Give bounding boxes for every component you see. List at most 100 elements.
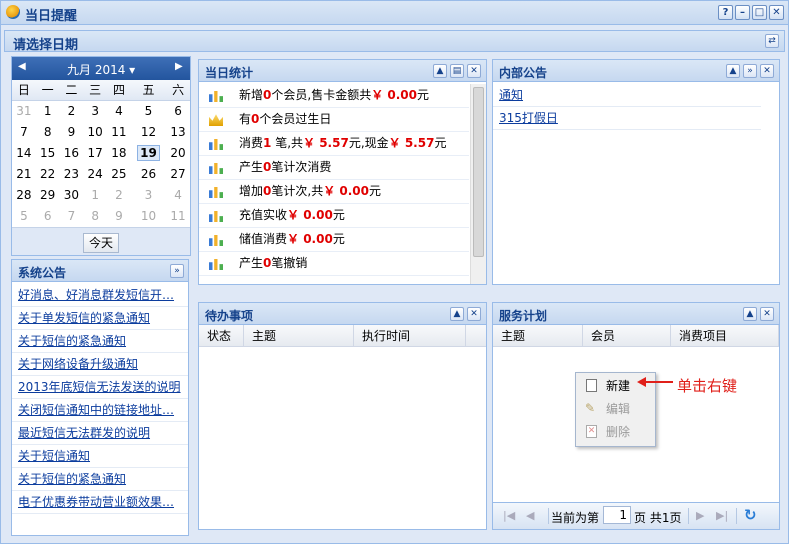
calendar-day[interactable]: 8 — [36, 121, 60, 142]
column-header[interactable]: 消费项目 — [671, 325, 779, 347]
calendar-day[interactable]: 30 — [60, 184, 84, 205]
calendar-day[interactable]: 21 — [12, 163, 36, 184]
todo-panel: 待办事项 ▲ ✕ 状态 主题 执行时间 — [198, 302, 487, 530]
prev-month-icon[interactable]: ◀ — [18, 61, 26, 72]
calendar-day[interactable]: 15 — [36, 142, 60, 163]
calendar-day[interactable]: 1 — [36, 100, 60, 121]
calendar-day[interactable]: 2 — [60, 100, 84, 121]
calendar-day[interactable]: 14 — [12, 142, 36, 163]
calendar-day[interactable]: 22 — [36, 163, 60, 184]
notice-link[interactable]: 电子优惠券带动营业额效果… — [12, 491, 188, 514]
calendar-day[interactable]: 8 — [83, 205, 107, 226]
notice-link[interactable]: 2013年底短信无法发送的说明 — [12, 376, 188, 399]
close-icon[interactable]: ✕ — [760, 307, 774, 321]
close-icon[interactable]: ✕ — [760, 64, 774, 78]
calendar-day[interactable]: 29 — [36, 184, 60, 205]
calendar-day[interactable]: 10 — [83, 121, 107, 142]
calendar-day[interactable]: 17 — [83, 142, 107, 163]
close-icon[interactable]: ✕ — [467, 64, 481, 78]
notice-link[interactable]: 关于短信的紧急通知 — [12, 330, 188, 353]
notice-link[interactable]: 通知 — [493, 84, 761, 107]
calendar-day[interactable]: 10 — [131, 205, 166, 226]
calendar-day[interactable]: 1 — [83, 184, 107, 205]
column-header[interactable]: 会员 — [583, 325, 671, 347]
today-button[interactable]: 今天 — [83, 233, 119, 253]
next-month-icon[interactable]: ▶ — [175, 61, 183, 72]
calendar-day[interactable]: 31 — [12, 100, 36, 121]
calendar-day[interactable]: 26 — [131, 163, 166, 184]
calendar-day[interactable]: 4 — [166, 184, 190, 205]
column-header[interactable]: 状态 — [199, 325, 244, 347]
collapse-icon[interactable]: ▲ — [450, 307, 464, 321]
maximize-icon[interactable]: □ — [752, 5, 767, 20]
annotation-arrow-icon — [637, 377, 646, 387]
calendar-day[interactable]: 9 — [107, 205, 131, 226]
stat-row: 增加0笔计次,共￥ 0.00元 — [199, 180, 469, 204]
calendar-day[interactable]: 3 — [131, 184, 166, 205]
weekday-header: 日 — [12, 80, 36, 101]
refresh-icon[interactable]: ↻ — [744, 506, 757, 524]
calendar-day[interactable]: 24 — [83, 163, 107, 184]
notice-link[interactable]: 关于短信通知 — [12, 445, 188, 468]
notice-link[interactable]: 最近短信无法群发的说明 — [12, 422, 188, 445]
column-header[interactable]: 执行时间 — [354, 325, 466, 347]
calendar-day[interactable]: 18 — [107, 142, 131, 163]
crown-icon — [209, 114, 223, 126]
menu-item-edit[interactable]: ✎ 编辑 — [580, 398, 630, 420]
next-page-icon[interactable]: ▶ — [696, 509, 704, 522]
close-icon[interactable]: ✕ — [467, 307, 481, 321]
calendar-day[interactable]: 11 — [166, 205, 190, 226]
print-icon[interactable]: ▤ — [450, 64, 464, 78]
calendar-day[interactable]: 6 — [36, 205, 60, 226]
calendar-day[interactable]: 7 — [60, 205, 84, 226]
first-page-icon[interactable]: |◀ — [503, 509, 515, 522]
prev-page-icon[interactable]: ◀ — [526, 509, 534, 522]
calendar-day[interactable]: 12 — [131, 121, 166, 142]
month-selector[interactable]: 九月 2014 ▾ — [67, 61, 135, 78]
stats-scrollbar[interactable] — [470, 84, 486, 284]
notice-link[interactable]: 关于网络设备升级通知 — [12, 353, 188, 376]
minimize-icon[interactable]: – — [735, 5, 750, 20]
menu-item-delete[interactable]: ✕ 删除 — [580, 421, 630, 443]
close-icon[interactable]: ✕ — [769, 5, 784, 20]
refresh-icon[interactable]: ⇄ — [765, 34, 779, 48]
notice-link[interactable]: 关于短信的紧急通知 — [12, 468, 188, 491]
calendar-day[interactable]: 19 — [131, 142, 166, 163]
calendar-day[interactable]: 2 — [107, 184, 131, 205]
column-header[interactable]: 主题 — [493, 325, 583, 347]
page-number-input[interactable]: 1 — [603, 506, 631, 524]
calendar-day[interactable]: 16 — [60, 142, 84, 163]
service-grid-header: 主题 会员 消费项目 — [493, 325, 779, 347]
collapse-icon[interactable]: ▲ — [726, 64, 740, 78]
calendar-day[interactable]: 27 — [166, 163, 190, 184]
calendar-day[interactable]: 25 — [107, 163, 131, 184]
help-icon[interactable]: ? — [718, 5, 733, 20]
calendar-day[interactable]: 5 — [12, 205, 36, 226]
menu-item-new[interactable]: 新建 — [580, 375, 630, 397]
notice-link[interactable]: 好消息、好消息群发短信开… — [12, 284, 188, 307]
calendar-day[interactable]: 6 — [166, 100, 190, 121]
notice-link[interactable]: 315打假日 — [493, 107, 761, 130]
calendar-day[interactable]: 7 — [12, 121, 36, 142]
collapse-icon[interactable]: ▲ — [433, 64, 447, 78]
calendar-day[interactable]: 23 — [60, 163, 84, 184]
collapse-icon[interactable]: ▲ — [743, 307, 757, 321]
calendar-day[interactable]: 13 — [166, 121, 190, 142]
system-notice-title: 系统公告 — [18, 266, 67, 280]
calendar-day[interactable]: 5 — [131, 100, 166, 121]
calendar-day[interactable]: 4 — [107, 100, 131, 121]
column-header[interactable]: 主题 — [244, 325, 354, 347]
window-titlebar: 当日提醒 ? – □ ✕ — [1, 1, 788, 25]
system-notice-panel: 系统公告 » 好消息、好消息群发短信开… 关于单发短信的紧急通知 关于短信的紧急通知… — [11, 259, 189, 536]
calendar-day[interactable]: 3 — [83, 100, 107, 121]
notice-link[interactable]: 关闭短信通知中的链接地址… — [12, 399, 188, 422]
expand-icon[interactable]: » — [743, 64, 757, 78]
weekday-header: 六 — [166, 80, 190, 101]
notice-link[interactable]: 关于单发短信的紧急通知 — [12, 307, 188, 330]
expand-icon[interactable]: » — [170, 264, 184, 278]
calendar-day[interactable]: 28 — [12, 184, 36, 205]
calendar-day[interactable]: 11 — [107, 121, 131, 142]
calendar-day[interactable]: 20 — [166, 142, 190, 163]
last-page-icon[interactable]: ▶| — [716, 509, 728, 522]
calendar-day[interactable]: 9 — [60, 121, 84, 142]
